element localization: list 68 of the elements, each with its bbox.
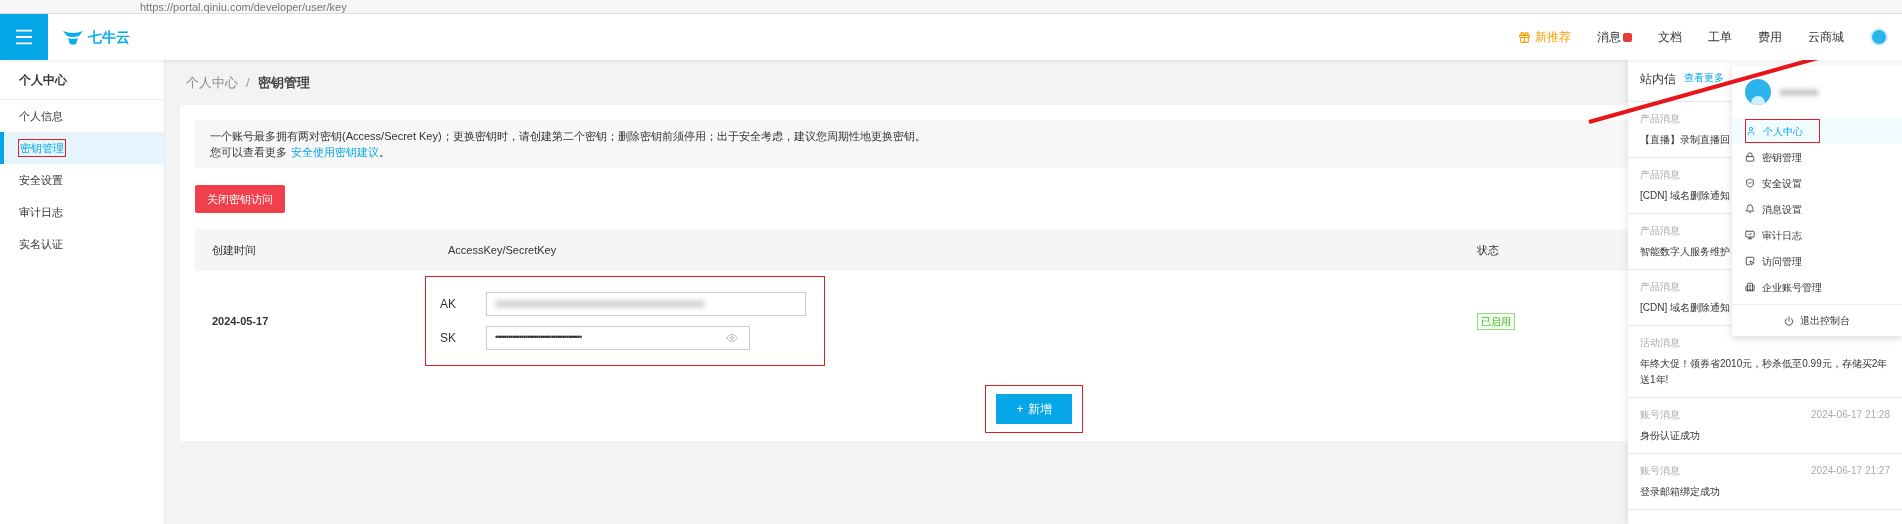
message-category: 账号消息 [1640,408,1680,422]
eye-icon[interactable] [726,332,738,344]
menu-item[interactable]: 审计日志 [1732,222,1902,248]
message-time: 2024-06-17 21:27 [1811,464,1890,478]
column-header: 状态 [1476,242,1499,258]
message-text: 智能数字人服务维护 [1640,245,1730,259]
message-text: [CDN] 域名删除通知 [1640,301,1730,315]
close-access-button[interactable]: 关闭密钥访问 [195,185,285,213]
shield-icon [1745,178,1755,188]
message-text: 【直播】录制直播回 [1640,133,1730,147]
sidebar-item[interactable]: 安全设置 [0,164,164,196]
message-category: 产品消息 [1640,168,1680,182]
logo-icon [62,29,84,45]
message-category: 产品消息 [1640,280,1680,294]
menu-item[interactable]: 企业账号管理 [1732,274,1902,300]
cursor-icon [1745,256,1755,266]
message-time: 2024-06-17 21:28 [1811,408,1890,422]
sidebar-item[interactable]: 审计日志 [0,196,164,228]
column-header: AccessKey/SecretKey [447,242,558,258]
table-cell-text: 2024-05-17 [211,313,270,329]
lock-icon [1745,152,1755,162]
nav-link[interactable]: 工单 [1708,28,1732,46]
message-category: 活动消息 [1640,336,1680,350]
nav-link[interactable]: 文档 [1658,28,1682,46]
message-text: 年终大促！领券省2010元，秒杀低至0.99元，存储买2年送1年! [1640,357,1889,387]
logout-button[interactable]: 退出控制台 [1732,304,1902,336]
panel-title: 站内信 [1640,71,1676,88]
menu-button[interactable] [0,14,48,60]
notice-text: 一个账号最多拥有两对密钥(Access/Secret Key)；更换密钥时，请创建第二个密钥；删除密钥前须停用；出于安全考虑，建议您周期性地更换密钥。 [210,129,926,144]
avatar-icon [1745,79,1771,105]
notification-badge-icon [1623,32,1632,42]
field-label: AK [440,296,457,313]
breadcrumb-separator: / [246,73,250,92]
bell-icon [1745,204,1755,214]
message-item[interactable]: 账号消息 2024-06-17 21:27 登录邮箱绑定成功 [1628,454,1902,510]
sidebar-item[interactable]: 个人信息 [0,100,164,132]
avatar-icon[interactable] [1870,28,1888,46]
user-icon [1746,126,1756,136]
sidebar-title: 个人中心 [0,60,164,100]
gift-icon [1518,30,1531,44]
message-category: 账号消息 [1640,464,1680,478]
building-icon [1745,282,1755,292]
message-category: 产品消息 [1640,224,1680,238]
message-text: 登录邮箱绑定成功 [1640,485,1721,499]
status-tag: 已启用 [1477,312,1515,330]
url-text[interactable]: https://portal.qiniu.com/developer/user/key [140,1,347,13]
nav-link[interactable]: 费用 [1758,28,1782,46]
message-text: 身份认证成功 [1640,429,1701,443]
notice-text: 您可以查看更多 [210,145,287,160]
access-key-field[interactable] [486,292,806,316]
redacted-username [1779,88,1819,96]
column-header: 创建时间 [211,242,257,258]
nav-link[interactable]: 消息 [1597,28,1632,46]
message-item[interactable]: 账号消息 2024-06-17 21:28 身份认证成功 [1628,398,1902,454]
field-label: SK [440,330,457,347]
menu-item[interactable]: 安全设置 [1732,170,1902,196]
monitor-icon [1745,230,1755,240]
power-icon [1784,315,1794,326]
secret-key-field[interactable]: •••••••••••••••••••••••••••••••••••••••• [486,326,750,350]
sidebar-item[interactable]: 实名认证 [0,228,164,260]
breadcrumb-current: 密钥管理 [257,73,310,92]
menu-item[interactable]: 密钥管理 [1732,144,1902,170]
nav-link[interactable]: 云商城 [1808,28,1844,46]
message-text: [CDN] 域名删除通知 [1640,189,1730,203]
menu-item[interactable]: 消息设置 [1732,196,1902,222]
menu-item[interactable]: 访问管理 [1732,248,1902,274]
message-category: 产品消息 [1640,112,1680,126]
notice-text: 。 [379,145,390,160]
